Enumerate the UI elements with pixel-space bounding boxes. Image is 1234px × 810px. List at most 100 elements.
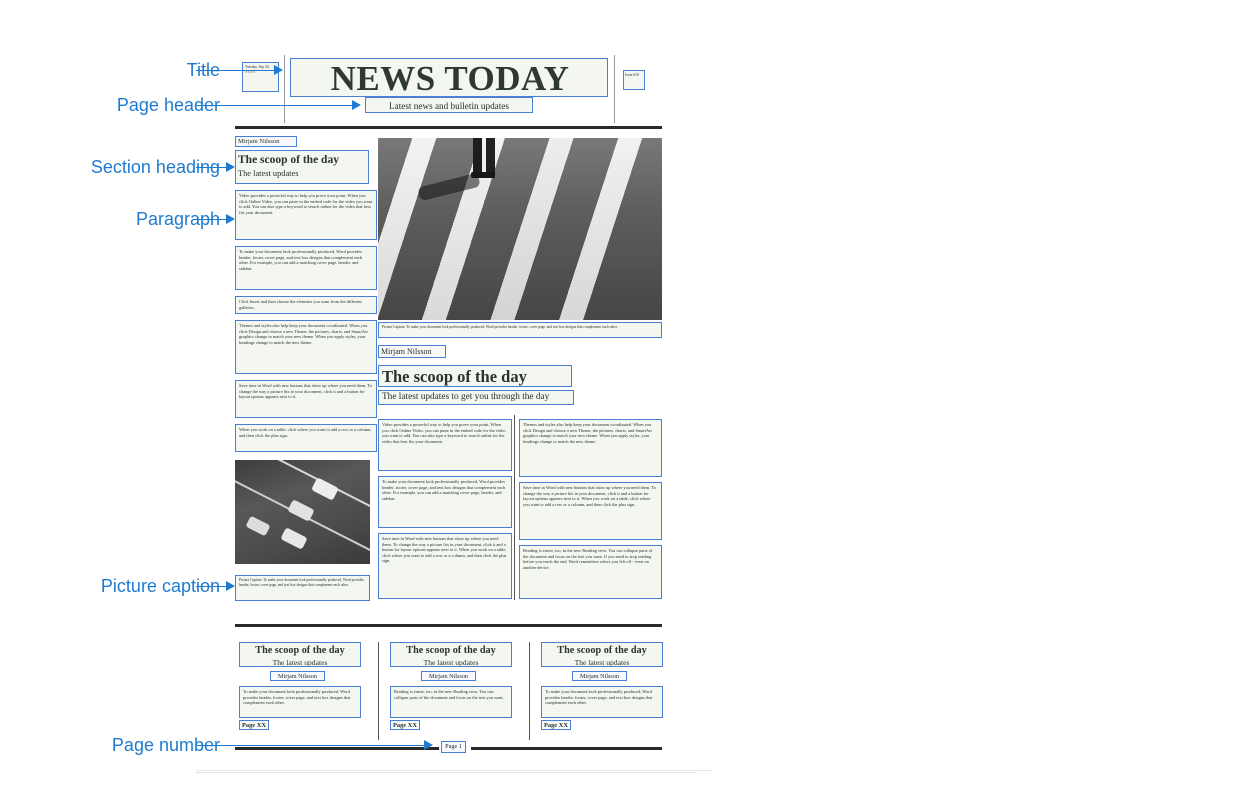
footer-rule-right [471, 747, 662, 750]
card-heading: The scoop of the day [557, 645, 647, 656]
card-page-xx: Page XX [544, 722, 568, 729]
card-subheading: The latest updates [423, 658, 479, 667]
card-2-heading-box: The scoop of the day The latest updates [390, 642, 512, 667]
section-subheading-2: The latest updates to get you through th… [382, 392, 550, 402]
card-page-xx: Page XX [393, 722, 417, 729]
paragraph-text: When you work on a table, click where yo… [239, 427, 372, 438]
footer-rule-left [235, 747, 439, 750]
annotation-arrow-icon [274, 65, 283, 75]
section-heading-2: The scoop of the day [382, 367, 527, 386]
masthead-right-divider [614, 55, 615, 123]
document-page-bottom-edge [196, 770, 712, 771]
bottom-section-rule [235, 624, 662, 627]
card-3-heading-box: The scoop of the day The latest updates [541, 642, 663, 667]
annotation-label-section-heading: Section heading [90, 157, 220, 177]
section2-col1-para-2: To make your document look professionall… [378, 476, 512, 528]
paragraph-text: Save time in Word with new buttons that … [239, 383, 372, 400]
annotation-leader-line [196, 586, 226, 587]
paragraph-box-1-2: To make your document look professionall… [235, 246, 377, 290]
paragraph-text: Themes and styles also help keep your do… [239, 323, 368, 345]
section2-col1-para-1: Video provides a powerful way to help yo… [378, 419, 512, 471]
card-body: To make your document look professionall… [243, 689, 351, 706]
card-body: Reading is easier, too, in the new Readi… [394, 689, 504, 700]
section2-col2-para-3: Reading is easier, too, in the new Readi… [519, 545, 662, 599]
card-heading: The scoop of the day [255, 645, 345, 656]
byline-text-2: Mirjam Nilsson [381, 347, 432, 356]
section-subheading-1: The latest updates [238, 169, 299, 178]
paragraph-box-1-6: When you work on a table, click where yo… [235, 424, 377, 452]
byline-box-2: Mirjam Nilsson [378, 345, 446, 358]
byline-box-1: Mirjam Nilsson [235, 136, 297, 147]
card-3-body-box: To make your document look professionall… [541, 686, 663, 718]
section2-col2-para-1: Themes and styles also help keep your do… [519, 419, 662, 477]
annotation-leader-line [196, 219, 226, 220]
card-byline: Mirjam Nilsson [579, 673, 620, 680]
annotation-arrow-icon [352, 100, 361, 110]
card-1-pagexx-box: Page XX [239, 720, 269, 730]
card-page-xx: Page XX [242, 722, 266, 729]
card-byline: Mirjam Nilsson [277, 673, 318, 680]
page-number-box: Page 1 [441, 741, 466, 753]
paragraph-box-1-3: Click Insert and then choose the element… [235, 296, 377, 314]
issue-box: Issue #10 [623, 70, 645, 90]
inspector-pane: Content Result Code Markdown Text Select… [712, 0, 1234, 810]
section-heading-box-2: The scoop of the day [378, 365, 572, 387]
paragraph-text: Reading is easier, too, in the new Readi… [523, 548, 653, 570]
section2-col2-para-2: Save time in Word with new buttons that … [519, 482, 662, 540]
annotation-leader-line [196, 745, 424, 746]
paragraph-box-1-4: Themes and styles also help keep your do… [235, 320, 377, 374]
paragraph-text: Save time in Word with new buttons that … [382, 536, 507, 564]
masthead-left-divider [284, 55, 285, 123]
section-subheading-box-2: The latest updates to get you through th… [378, 390, 574, 405]
annotation-arrow-icon [226, 581, 235, 591]
byline-text-1: Mirjam Nilsson [238, 138, 280, 145]
card-body: To make your document look professionall… [545, 689, 653, 706]
photo-crosswalk [378, 138, 662, 320]
picture-caption-box-1: Picture Caption: To make your document l… [378, 322, 662, 338]
issue-box-text: Issue #10 [625, 73, 639, 77]
card-1-heading-box: The scoop of the day The latest updates [239, 642, 361, 667]
card-subheading: The latest updates [272, 658, 328, 667]
page-subtitle-text: Latest news and bulletin updates [389, 101, 509, 111]
section2-col1-para-3: Save time in Word with new buttons that … [378, 533, 512, 599]
paragraph-box-1-5: Save time in Word with new buttons that … [235, 380, 377, 418]
card-divider-2 [529, 642, 530, 740]
column-divider-left [514, 415, 515, 600]
annotation-arrow-icon [226, 214, 235, 224]
section-heading-box-1: The scoop of the day The latest updates [235, 150, 369, 184]
card-1-body-box: To make your document look professionall… [239, 686, 361, 718]
card-3-byline-box: Mirjam Nilsson [572, 671, 627, 681]
annotation-arrow-icon [226, 162, 235, 172]
paragraph-box-1-1: Video provides a powerful way to help yo… [235, 190, 377, 240]
card-byline: Mirjam Nilsson [428, 673, 469, 680]
card-subheading: The latest updates [574, 658, 630, 667]
annotation-leader-line [196, 70, 274, 71]
page-number-text: Page 1 [445, 743, 462, 750]
masthead-title-box: NEWS TODAY [290, 58, 608, 97]
paragraph-text: Click Insert and then choose the element… [239, 299, 362, 310]
paragraph-text: Themes and styles also help keep your do… [523, 422, 652, 444]
picture-caption-box-2: Picture Caption: To make your document l… [235, 575, 370, 601]
picture-caption-text: Picture Caption: To make your document l… [382, 325, 618, 329]
section-heading-1: The scoop of the day [238, 154, 339, 166]
paragraph-text: To make your document look professionall… [382, 479, 506, 501]
card-2-pagexx-box: Page XX [390, 720, 420, 730]
paragraph-text: To make your document look professionall… [239, 249, 363, 271]
annotation-arrow-icon [424, 740, 433, 750]
photo-cars [235, 460, 370, 564]
masthead-rule [235, 126, 662, 129]
card-2-byline-box: Mirjam Nilsson [421, 671, 476, 681]
annotated-document-pane: Tuesday, Sep 20, YYYY NEWS TODAY Issue #… [0, 0, 712, 810]
annotation-leader-line [196, 105, 352, 106]
page-subtitle-box: Latest news and bulletin updates [365, 97, 533, 113]
document-page: Tuesday, Sep 20, YYYY NEWS TODAY Issue #… [196, 30, 696, 773]
annotation-leader-line [196, 167, 226, 168]
paragraph-text: Video provides a powerful way to help yo… [382, 422, 506, 444]
picture-caption-text: Picture Caption: To make your document l… [239, 578, 364, 587]
paragraph-text: Video provides a powerful way to help yo… [239, 193, 373, 215]
card-2-body-box: Reading is easier, too, in the new Readi… [390, 686, 512, 718]
card-1-byline-box: Mirjam Nilsson [270, 671, 325, 681]
masthead-title: NEWS TODAY [330, 59, 570, 97]
card-heading: The scoop of the day [406, 645, 496, 656]
card-divider-1 [378, 642, 379, 740]
